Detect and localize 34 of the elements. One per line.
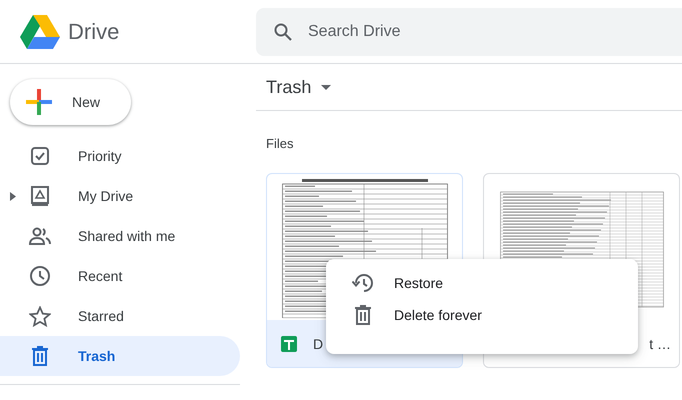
sidebar-item-label: Shared with me [78, 228, 176, 244]
restore-icon [352, 273, 374, 293]
sidebar-item[interactable]: Starred [0, 296, 240, 336]
file-name: D [313, 336, 324, 352]
people-icon [29, 227, 51, 245]
sidebar-item-label: Priority [78, 148, 122, 164]
dropdown-caret-icon [321, 84, 332, 90]
sidebar-item-label: My Drive [78, 188, 134, 204]
menu-item[interactable]: Restore [326, 267, 638, 299]
drive-logo-icon [20, 14, 60, 50]
plus-icon [26, 89, 52, 115]
sidebar-item-label: Starred [78, 308, 124, 324]
sidebar-item[interactable]: Trash [0, 336, 240, 376]
drive-icon [30, 185, 50, 207]
file-name: t … [649, 336, 671, 352]
trash-icon [31, 346, 49, 366]
star-icon [29, 306, 51, 326]
sidebar-item[interactable]: My Drive [0, 176, 240, 216]
menu-item[interactable]: Delete forever [326, 299, 638, 331]
sidebar-item[interactable]: Priority [0, 136, 240, 176]
checkbox-icon [30, 146, 50, 166]
expand-caret-icon[interactable] [10, 192, 16, 201]
sidebar-item-label: Trash [78, 348, 116, 364]
search-icon [274, 22, 292, 40]
sidebar-item-label: Recent [78, 268, 122, 284]
spreadsheet-icon [281, 336, 297, 352]
clock-icon [29, 265, 51, 287]
sidebar-item[interactable]: Recent [0, 256, 240, 296]
section-heading: Files [266, 136, 294, 151]
new-button[interactable]: New [10, 79, 131, 125]
app-name: Drive [68, 18, 120, 44]
sidebar-item[interactable]: Shared with me [0, 216, 240, 256]
trash-icon [352, 305, 374, 325]
location-dropdown[interactable]: Trash [266, 76, 332, 98]
